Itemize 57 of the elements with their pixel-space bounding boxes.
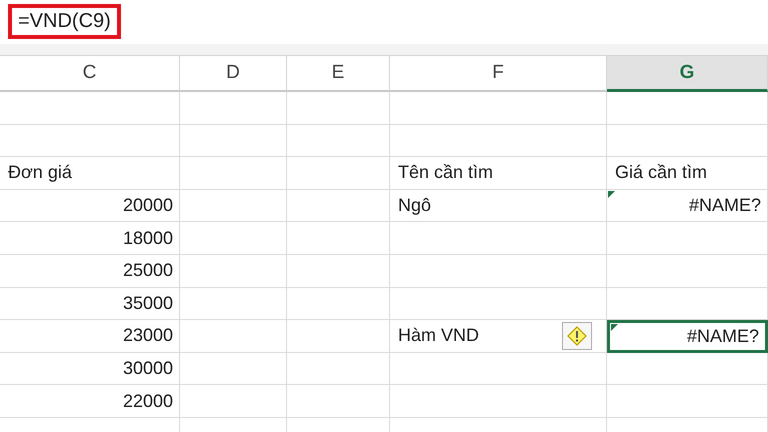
table-cell[interactable] xyxy=(607,288,768,320)
table-cell[interactable]: Giá cần tìm xyxy=(607,157,768,190)
table-cell[interactable] xyxy=(287,124,390,158)
column-header[interactable]: C xyxy=(0,56,180,92)
warning-button[interactable] xyxy=(562,322,592,350)
table-cell[interactable] xyxy=(390,352,607,386)
table-cell[interactable] xyxy=(180,222,287,255)
table-cell[interactable] xyxy=(607,222,768,255)
table-cell[interactable] xyxy=(180,320,287,353)
formula-text: =VND(C9) xyxy=(8,4,121,39)
table-cell[interactable] xyxy=(390,288,607,320)
table-cell[interactable] xyxy=(287,288,390,320)
table-cell[interactable] xyxy=(0,92,180,125)
table-cell[interactable] xyxy=(180,157,287,190)
warning-icon xyxy=(567,326,587,346)
table-cell[interactable] xyxy=(287,385,390,418)
table-cell[interactable] xyxy=(0,124,180,158)
column-header[interactable]: G xyxy=(607,56,768,92)
table-cell[interactable] xyxy=(180,190,287,222)
table-cell[interactable] xyxy=(287,222,390,255)
column-header[interactable]: D xyxy=(180,56,287,92)
table-cell[interactable] xyxy=(287,352,390,386)
table-cell[interactable] xyxy=(180,124,287,158)
table-cell[interactable] xyxy=(390,222,607,255)
table-cell[interactable] xyxy=(607,352,768,386)
table-cell[interactable]: 30000 xyxy=(0,352,180,386)
table-cell[interactable] xyxy=(607,254,768,288)
table-cell[interactable] xyxy=(180,92,287,125)
table-cell[interactable] xyxy=(287,157,390,190)
table-cell[interactable]: #NAME? xyxy=(607,320,768,353)
table-cell[interactable]: Hàm VND xyxy=(390,320,607,353)
table-cell[interactable] xyxy=(287,92,390,125)
table-cell[interactable] xyxy=(390,92,607,125)
table-cell[interactable] xyxy=(390,385,607,418)
column-header[interactable]: E xyxy=(287,56,390,92)
table-cell[interactable]: 35000 xyxy=(0,288,180,320)
table-cell[interactable] xyxy=(607,385,768,418)
table-cell[interactable] xyxy=(180,254,287,288)
table-cell[interactable] xyxy=(607,92,768,125)
table-cell[interactable]: Tên cần tìm xyxy=(390,157,607,190)
table-cell[interactable] xyxy=(287,190,390,222)
table-cell[interactable]: Ngô xyxy=(390,190,607,222)
table-cell[interactable]: Đơn giá xyxy=(0,157,180,190)
table-cell[interactable]: 22000 xyxy=(0,385,180,418)
table-cell[interactable] xyxy=(287,320,390,353)
table-cell[interactable] xyxy=(180,385,287,418)
table-cell[interactable] xyxy=(607,124,768,158)
table-cell[interactable]: 25000 xyxy=(0,254,180,288)
table-cell[interactable] xyxy=(287,254,390,288)
table-cell[interactable] xyxy=(390,124,607,158)
table-cell[interactable] xyxy=(180,352,287,386)
table-cell[interactable] xyxy=(390,254,607,288)
table-cell[interactable]: 20000 xyxy=(0,190,180,222)
table-cell[interactable] xyxy=(180,288,287,320)
table-cell[interactable]: 23000 xyxy=(0,320,180,353)
table-cell[interactable]: #NAME? xyxy=(607,190,768,222)
table-cell[interactable]: 18000 xyxy=(0,222,180,255)
